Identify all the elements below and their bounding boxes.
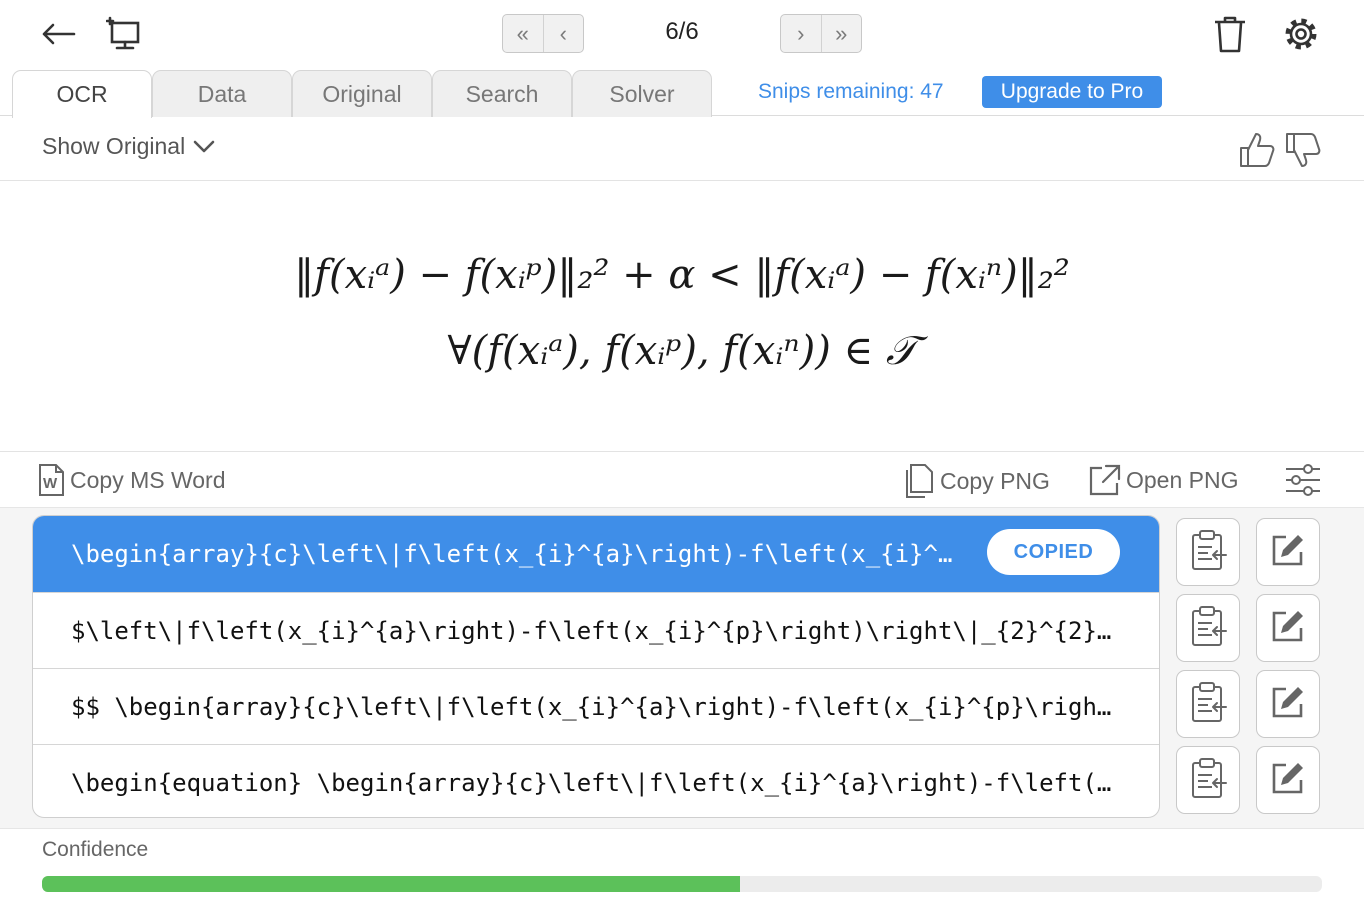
copy-png-button[interactable]: Copy PNG: [902, 463, 1050, 499]
tab-ocr[interactable]: OCR: [12, 70, 152, 118]
copy-icon: [906, 464, 933, 498]
chevron-down-icon: [193, 140, 215, 152]
screen-capture-icon[interactable]: [102, 12, 146, 56]
tab-original[interactable]: Original: [292, 70, 432, 117]
next-page-button[interactable]: ›: [781, 15, 821, 52]
page-nav-forward-group: › »: [780, 14, 862, 53]
copy-result-3-button[interactable]: [1176, 670, 1240, 738]
confidence-bar-fill: [42, 876, 740, 892]
page-counter: 6/6: [665, 18, 699, 45]
view-options-row: Show Original: [0, 117, 1364, 181]
first-page-button[interactable]: «: [503, 15, 543, 52]
show-original-label: Show Original: [42, 133, 186, 159]
external-link-icon: [1089, 464, 1121, 496]
svg-text:W: W: [43, 475, 58, 492]
edit-result-4-button[interactable]: [1256, 746, 1320, 814]
open-png-button[interactable]: Open PNG: [1088, 463, 1239, 497]
clipboard-icon: [1188, 528, 1228, 577]
tab-solver[interactable]: Solver: [572, 70, 712, 117]
export-actions-row: W Copy MS Word Copy PNG Open PNG: [0, 453, 1364, 507]
copy-ms-word-label: Copy MS Word: [70, 466, 226, 493]
result-row-4[interactable]: \begin{equation} \begin{array}{c}\left\|…: [33, 744, 1159, 817]
edit-result-3-button[interactable]: [1256, 670, 1320, 738]
gear-icon[interactable]: [1278, 11, 1324, 57]
result-row-3[interactable]: $$ \begin{array}{c}\left\|f\left(x_{i}^{…: [33, 668, 1159, 744]
sliders-icon[interactable]: [1284, 463, 1322, 499]
snips-remaining: Snips remaining: 47: [758, 80, 944, 103]
show-original-toggle[interactable]: Show Original: [42, 133, 215, 160]
page-nav-back-group: « ‹: [502, 14, 584, 53]
ms-word-icon: W: [39, 464, 64, 496]
edit-icon: [1270, 760, 1306, 801]
upgrade-button[interactable]: Upgrade to Pro: [982, 76, 1162, 108]
clipboard-icon: [1188, 680, 1228, 729]
copy-result-4-button[interactable]: [1176, 746, 1240, 814]
confidence-bar: [42, 876, 1322, 892]
copy-result-1-button[interactable]: [1176, 518, 1240, 586]
edit-result-2-button[interactable]: [1256, 594, 1320, 662]
result-text: \begin{array}{c}\left\|f\left(x_{i}^{a}\…: [71, 540, 963, 568]
tab-data[interactable]: Data: [152, 70, 292, 117]
math-line-2: ∀(f(xᵢᵃ), f(xᵢᵖ), f(xᵢⁿ)) ∈ 𝒯: [447, 328, 917, 374]
edit-icon: [1270, 608, 1306, 649]
tab-search[interactable]: Search: [432, 70, 572, 117]
result-row-1[interactable]: \begin{array}{c}\left\|f\left(x_{i}^{a}\…: [33, 516, 1159, 592]
copy-result-2-button[interactable]: [1176, 594, 1240, 662]
result-text: \begin{equation} \begin{array}{c}\left\|…: [71, 768, 1119, 797]
last-page-button[interactable]: »: [820, 15, 862, 52]
edit-icon: [1270, 532, 1306, 573]
edit-result-1-button[interactable]: [1256, 518, 1320, 586]
rendered-math-preview: ‖f(xᵢᵃ) − f(xᵢᵖ)‖₂² + α < ‖f(xᵢᵃ) − f(xᵢ…: [0, 182, 1364, 452]
next-page-icon: ›: [797, 20, 805, 46]
open-png-label: Open PNG: [1126, 466, 1239, 493]
clipboard-icon: [1188, 604, 1228, 653]
first-page-icon: «: [516, 20, 529, 46]
top-toolbar: « ‹ 6/6 › »: [0, 0, 1364, 68]
previous-page-button[interactable]: ‹: [542, 15, 584, 52]
back-arrow-icon[interactable]: [36, 14, 80, 54]
edit-icon: [1270, 684, 1306, 725]
copied-badge: COPIED: [987, 529, 1120, 575]
trash-icon[interactable]: [1208, 12, 1252, 56]
math-line-1: ‖f(xᵢᵃ) − f(xᵢᵖ)‖₂² + α < ‖f(xᵢᵃ) − f(xᵢ…: [294, 252, 1070, 298]
last-page-icon: »: [835, 20, 848, 46]
previous-page-icon: ‹: [559, 20, 567, 46]
latex-results-list: \begin{array}{c}\left\|f\left(x_{i}^{a}\…: [32, 515, 1160, 818]
result-text: $\left\|f\left(x_{i}^{a}\right)-f\left(x…: [71, 616, 1119, 645]
thumbs-down-icon[interactable]: [1284, 131, 1324, 169]
thumbs-up-icon[interactable]: [1238, 131, 1278, 169]
result-text: $$ \begin{array}{c}\left\|f\left(x_{i}^{…: [71, 692, 1119, 721]
confidence-label: Confidence: [42, 838, 149, 861]
clipboard-icon: [1188, 756, 1228, 805]
result-row-2[interactable]: $\left\|f\left(x_{i}^{a}\right)-f\left(x…: [33, 592, 1159, 668]
copy-ms-word-button[interactable]: W Copy MS Word: [36, 463, 226, 497]
copy-png-label: Copy PNG: [940, 467, 1050, 494]
